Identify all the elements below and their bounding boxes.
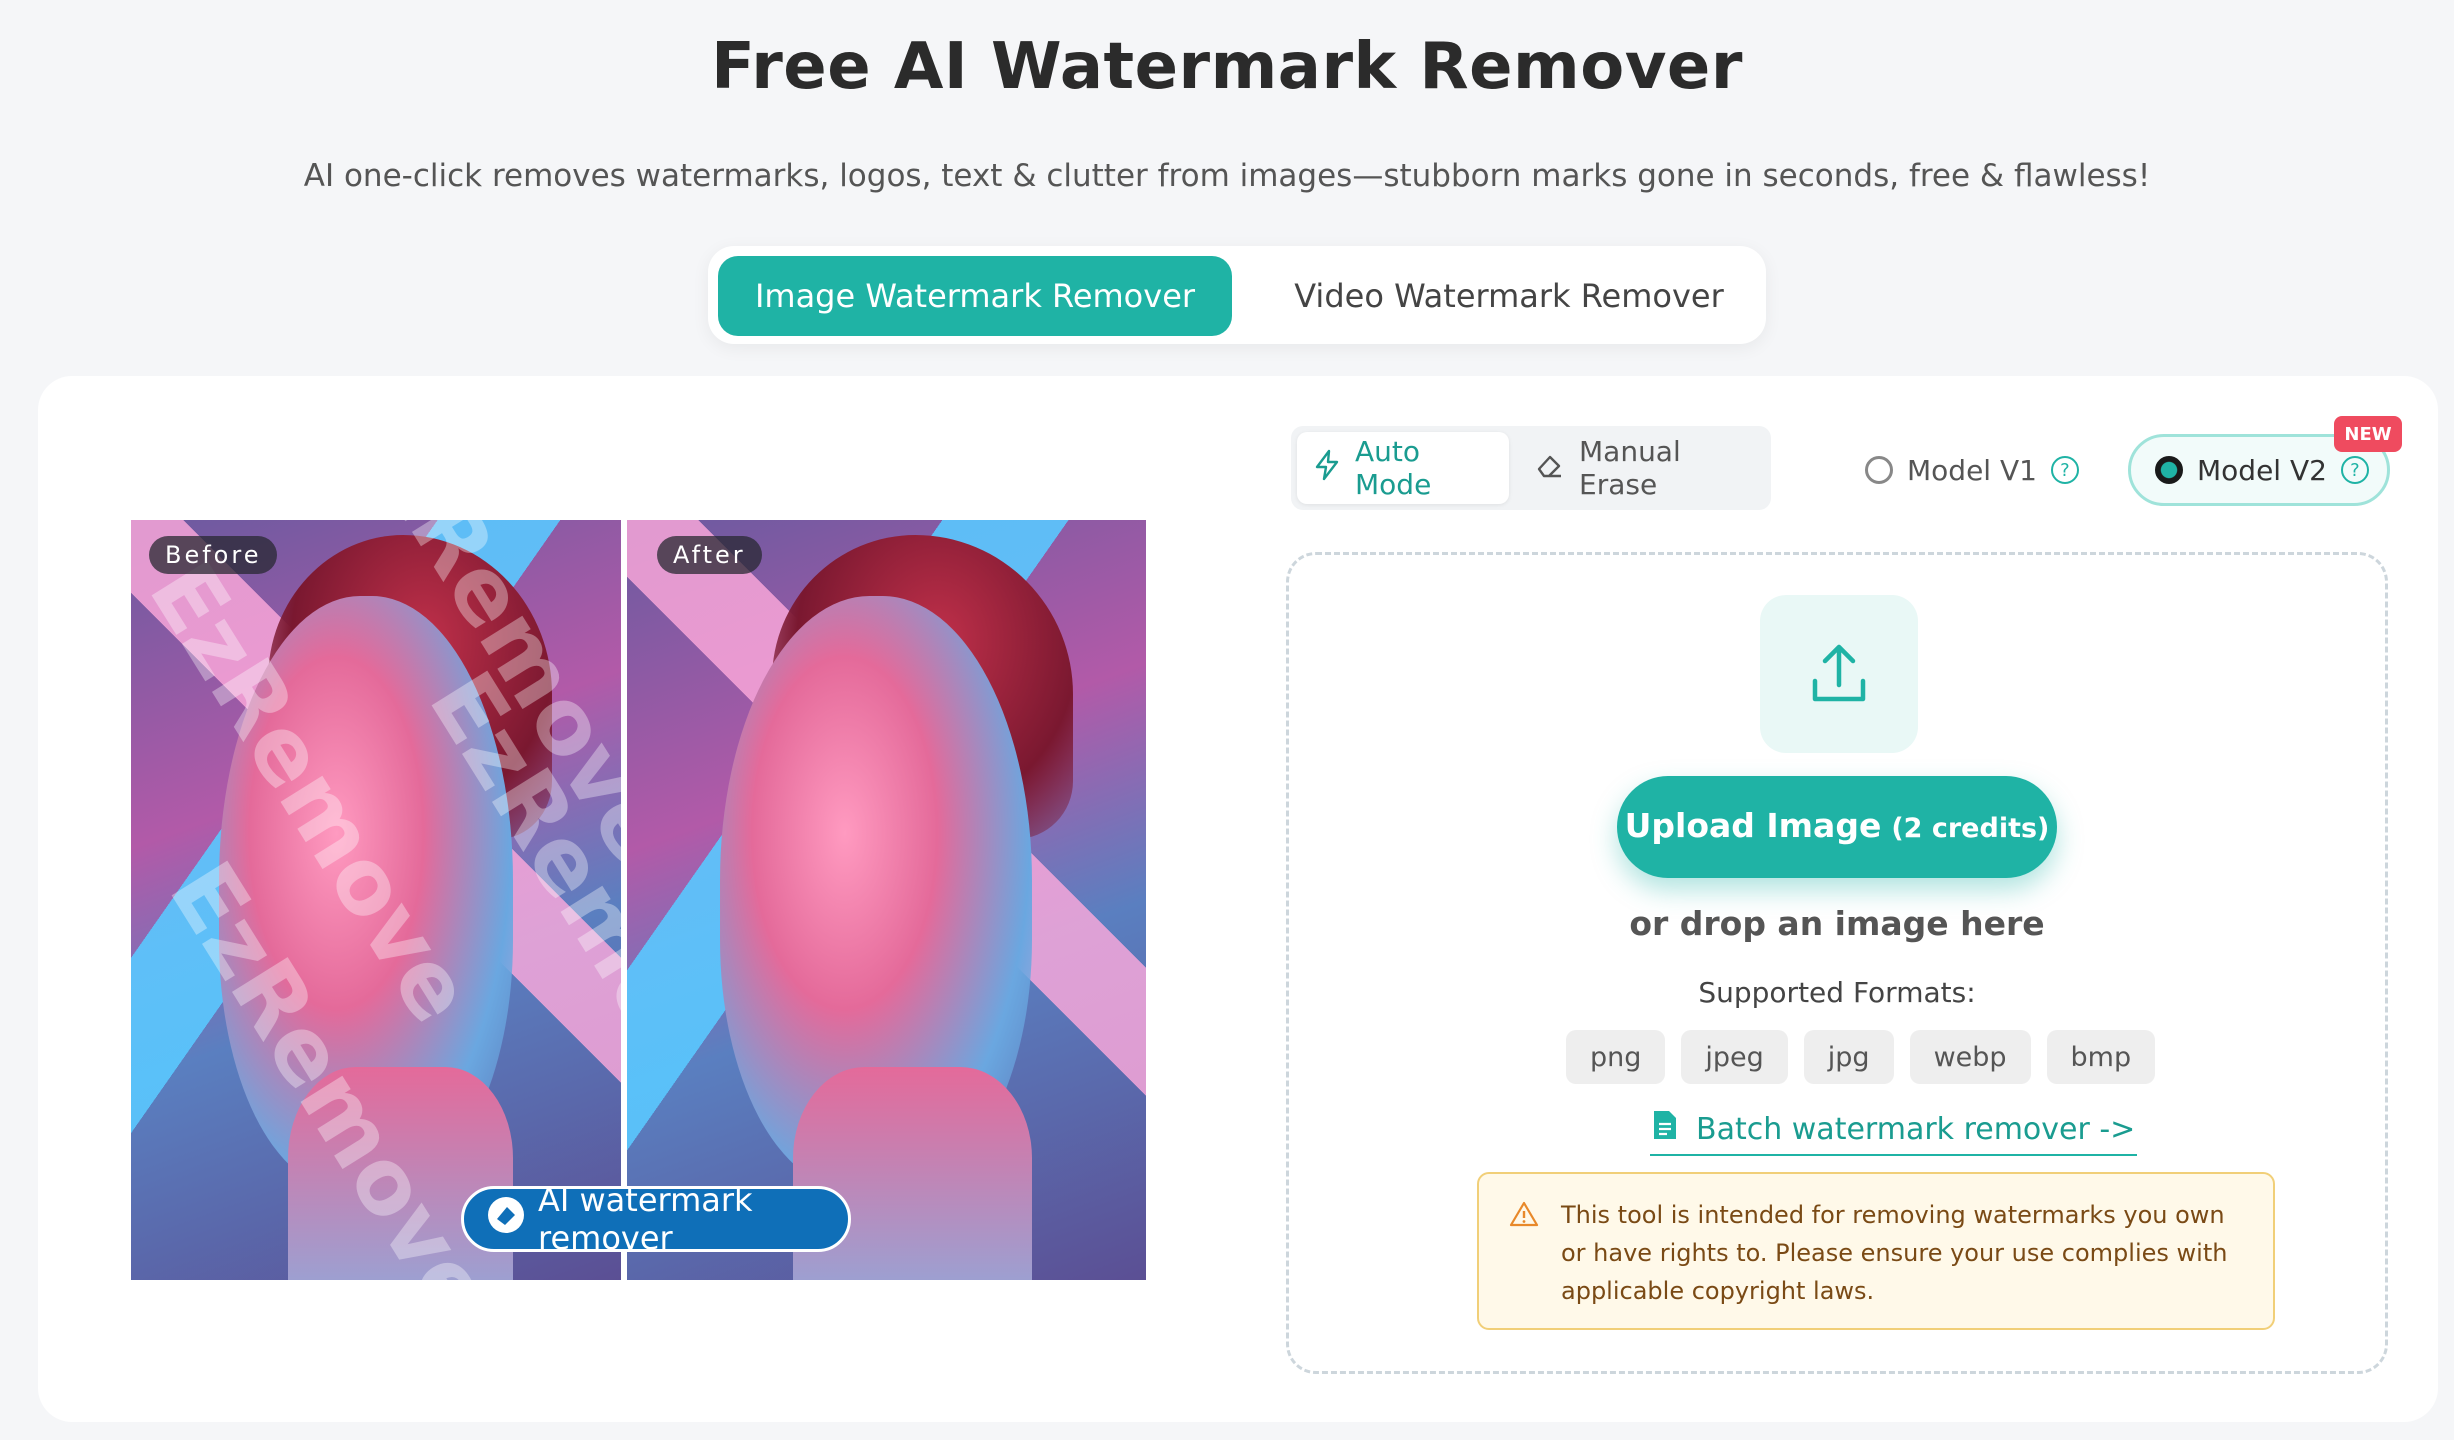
copyright-notice: This tool is intended for removing water… <box>1477 1172 2275 1330</box>
after-label: After <box>657 536 762 574</box>
ai-badge-text: AI watermark remover <box>538 1181 753 1257</box>
eraser-icon <box>486 1195 526 1243</box>
after-image: After <box>627 520 1146 1280</box>
batch-remover-link[interactable]: Batch watermark remover -> <box>1650 1104 2138 1156</box>
warning-icon <box>1509 1200 1539 1239</box>
format-chip-jpeg: jpeg <box>1681 1030 1788 1084</box>
before-label: Before <box>149 536 278 574</box>
tab-image-watermark-remover[interactable]: Image Watermark Remover <box>718 256 1232 336</box>
model-v1-option[interactable]: Model V1 ? <box>1865 434 2095 506</box>
model-v1-label: Model V1 <box>1907 453 2037 487</box>
model-v2-label: Model V2 <box>2197 453 2327 487</box>
new-badge: NEW <box>2334 416 2402 452</box>
ai-remover-badge: AI watermark remover <box>461 1181 851 1257</box>
help-icon[interactable]: ? <box>2050 456 2079 484</box>
page-title: Free AI Watermark Remover <box>711 30 1743 104</box>
upload-image-button[interactable]: Upload Image (2 credits) <box>1617 776 2057 878</box>
eraser-icon <box>1535 450 1565 487</box>
upload-icon[interactable] <box>1760 595 1918 753</box>
model-v1-radio[interactable] <box>1865 456 1893 484</box>
format-chip-webp: webp <box>1909 1030 2031 1084</box>
format-chip-jpg: jpg <box>1803 1030 1894 1084</box>
mode-toggle: Auto Mode Manual Erase <box>1291 426 1771 510</box>
help-icon[interactable]: ? <box>2340 456 2369 484</box>
format-chip-png: png <box>1566 1030 1666 1084</box>
supported-formats-title: Supported Formats: <box>1698 976 1976 1009</box>
format-chip-bmp: bmp <box>2046 1030 2156 1084</box>
manual-erase-button[interactable]: Manual Erase <box>1519 432 1765 504</box>
format-chips: png jpeg jpg webp bmp <box>1566 1030 2156 1084</box>
notice-text: This tool is intended for removing water… <box>1561 1201 2228 1305</box>
model-v2-radio[interactable] <box>2155 456 2183 484</box>
lightning-icon <box>1313 449 1341 488</box>
batch-link-label: Batch watermark remover -> <box>1696 1111 2136 1147</box>
upload-credits-label: (2 credits) <box>1891 813 2050 844</box>
before-after-preview: EzRemove EzRemove EzRemove EzRemove Befo… <box>131 520 1146 1280</box>
tool-tabs: Image Watermark Remover Video Watermark … <box>708 246 1766 344</box>
page-subtitle: AI one-click removes watermarks, logos, … <box>303 158 2151 194</box>
auto-mode-button[interactable]: Auto Mode <box>1297 432 1509 504</box>
manual-erase-label: Manual Erase <box>1579 435 1681 501</box>
tool-card: EzRemove EzRemove EzRemove EzRemove Befo… <box>38 376 2438 1422</box>
before-image: EzRemove EzRemove EzRemove EzRemove Befo… <box>131 520 621 1280</box>
upload-button-label: Upload Image <box>1624 806 1882 845</box>
auto-mode-label: Auto Mode <box>1355 435 1432 501</box>
tab-video-watermark-remover[interactable]: Video Watermark Remover <box>1262 256 1756 336</box>
drop-hint: or drop an image here <box>1629 904 2045 943</box>
document-icon <box>1652 1109 1678 1149</box>
